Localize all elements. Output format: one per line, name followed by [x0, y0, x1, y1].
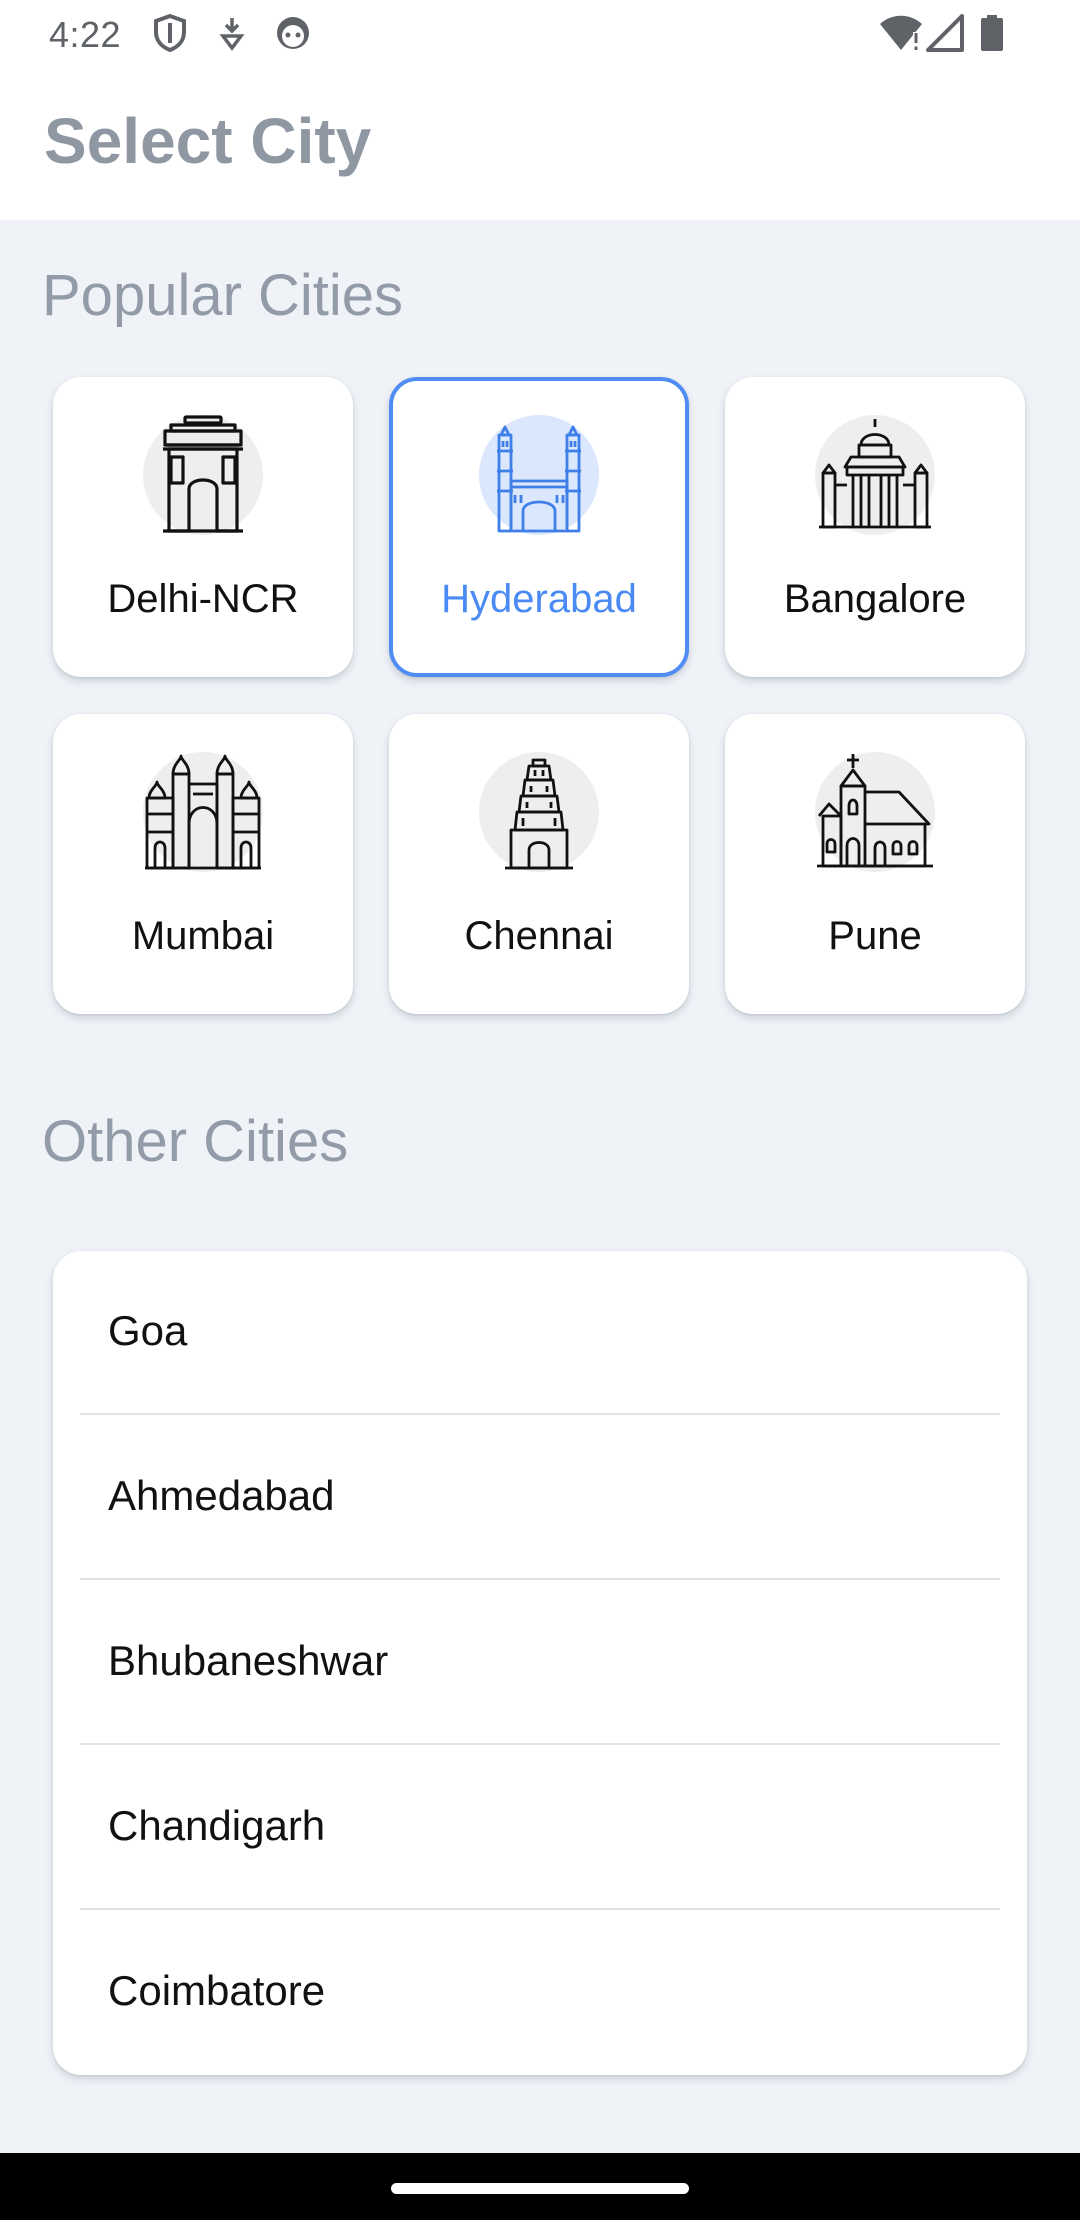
list-item-label: Ahmedabad [108, 1472, 335, 1519]
city-tile-chennai[interactable]: Chennai [389, 714, 689, 1014]
other-cities-list: Goa Ahmedabad Bhubaneshwar Chandigarh Co… [53, 1251, 1027, 2075]
app-header: Select City [0, 66, 1080, 220]
city-tile-label: Delhi-NCR [107, 577, 299, 621]
download-icon [218, 14, 246, 52]
divider [80, 1908, 1000, 1910]
divider [80, 1578, 1000, 1580]
home-gesture-handle[interactable] [391, 2183, 689, 2194]
city-tile-label: Hyderabad [441, 577, 637, 621]
list-item-ahmedabad[interactable]: Ahmedabad [53, 1416, 1027, 1581]
signal-icon [926, 14, 964, 52]
other-cities-heading: Other Cities [42, 1109, 349, 1174]
temple-gopuram-icon [479, 752, 599, 872]
city-tile-label: Bangalore [783, 577, 967, 621]
divider [80, 1413, 1000, 1415]
list-item-label: Coimbatore [108, 1967, 326, 2014]
vidhana-soudha-icon [815, 415, 935, 535]
city-tile-mumbai[interactable]: Mumbai [53, 714, 353, 1014]
church-icon [815, 752, 935, 872]
list-item-label: Chandigarh [108, 1802, 326, 1849]
battery-icon [980, 14, 1004, 52]
wifi-alert-icon [878, 14, 924, 52]
popular-cities-heading: Popular Cities [42, 263, 404, 328]
list-item-bhubaneshwar[interactable]: Bhubaneshwar [53, 1581, 1027, 1746]
page-title: Select City [44, 105, 372, 177]
city-tile-label: Pune [828, 914, 922, 958]
city-tile-bangalore[interactable]: Bangalore [725, 377, 1025, 677]
list-item-coimbatore[interactable]: Coimbatore [53, 1911, 1027, 2075]
list-item-label: Goa [108, 1307, 188, 1354]
charminar-icon [479, 415, 599, 535]
list-item-label: Bhubaneshwar [108, 1637, 389, 1684]
city-tile-delhi-ncr[interactable]: Delhi-NCR [53, 377, 353, 677]
status-time: 4:22 [49, 14, 122, 55]
india-gate-icon [143, 415, 263, 535]
face-icon [274, 14, 312, 52]
city-tile-label: Mumbai [131, 914, 275, 958]
divider [80, 1743, 1000, 1745]
city-tile-hyderabad[interactable]: Hyderabad [389, 377, 689, 677]
system-nav-bar [0, 2153, 1080, 2220]
city-tile-label: Chennai [464, 914, 614, 958]
shield-icon [152, 14, 188, 52]
gateway-of-india-icon [143, 752, 263, 872]
city-tile-pune[interactable]: Pune [725, 714, 1025, 1014]
status-bar: 4:22 [0, 0, 1080, 66]
list-item-chandigarh[interactable]: Chandigarh [53, 1746, 1027, 1911]
list-item-goa[interactable]: Goa [53, 1251, 1027, 1416]
